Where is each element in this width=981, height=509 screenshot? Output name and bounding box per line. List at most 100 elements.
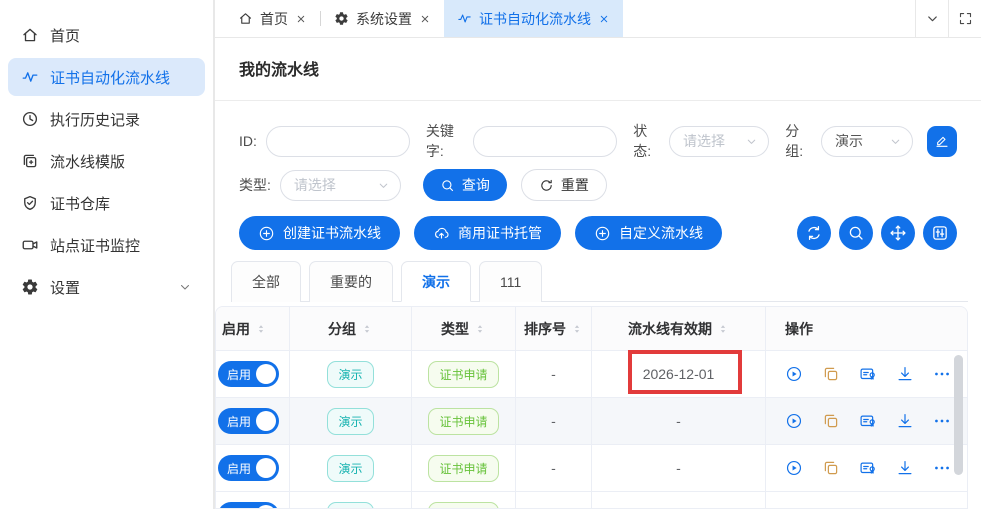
- sidebar-item-history[interactable]: 执行历史记录: [8, 100, 205, 138]
- chevron-down-icon: [377, 179, 390, 192]
- certificate-icon[interactable]: [859, 459, 877, 477]
- reset-button[interactable]: 重置: [521, 169, 607, 201]
- home-icon: [21, 26, 39, 44]
- sidebar-item-home[interactable]: 首页: [8, 16, 205, 54]
- page-title: 我的流水线: [215, 38, 981, 101]
- keyword-input[interactable]: [473, 126, 617, 157]
- close-icon[interactable]: [419, 13, 431, 25]
- more-actions-icon[interactable]: [933, 412, 951, 430]
- fullscreen-icon: [958, 11, 973, 26]
- enable-toggle-label: 启用: [227, 366, 251, 383]
- id-input[interactable]: [266, 126, 410, 157]
- actions-cell: [766, 398, 967, 445]
- window-tab-label: 首页: [260, 9, 288, 29]
- edit-groups-button[interactable]: [927, 126, 957, 157]
- refresh-icon: [805, 224, 823, 242]
- sidebar-item-pipelines[interactable]: 证书自动化流水线: [8, 58, 205, 96]
- status-select[interactable]: 请选择: [669, 126, 769, 157]
- refresh-table-button[interactable]: [797, 216, 831, 250]
- column-header-sort-no[interactable]: 排序号: [516, 307, 592, 351]
- sidebar-item-settings[interactable]: 设置: [8, 268, 205, 306]
- search-button[interactable]: 查询: [423, 169, 507, 201]
- group-select-value: 演示: [835, 131, 863, 151]
- type-select[interactable]: 请选择: [280, 170, 401, 201]
- commercial-cert-hosting-button[interactable]: 商用证书托管: [414, 216, 561, 250]
- group-tag: 演示: [327, 408, 373, 435]
- fullscreen-button[interactable]: [948, 0, 981, 37]
- group-tab-important[interactable]: 重要的: [309, 261, 393, 302]
- type-tag: 证书申请: [428, 502, 498, 509]
- run-pipeline-icon[interactable]: [785, 365, 803, 383]
- enable-toggle[interactable]: 启用: [218, 408, 279, 434]
- sidebar-item-cert-warehouse[interactable]: 证书仓库: [8, 184, 205, 222]
- tab-list-dropdown-button[interactable]: [915, 0, 948, 37]
- toggle-knob: [256, 411, 276, 431]
- column-header-enabled[interactable]: 启用: [216, 307, 290, 351]
- chevron-down-icon: [178, 280, 192, 294]
- run-pipeline-icon[interactable]: [785, 412, 803, 430]
- sort-caret-icon[interactable]: [361, 321, 373, 337]
- enable-toggle[interactable]: 启用: [218, 455, 279, 481]
- sort-caret-icon[interactable]: [571, 321, 583, 337]
- sidebar-item-site-monitor[interactable]: 站点证书监控: [8, 226, 205, 264]
- expiry-cell: -: [592, 445, 766, 492]
- certificate-icon[interactable]: [859, 365, 877, 383]
- group-tab-all[interactable]: 全部: [231, 261, 301, 302]
- download-icon[interactable]: [896, 412, 914, 430]
- sort-caret-icon[interactable]: [474, 321, 486, 337]
- copy-icon[interactable]: [822, 459, 840, 477]
- custom-pipeline-label: 自定义流水线: [619, 223, 703, 243]
- sidebar-item-label: 证书仓库: [50, 193, 110, 214]
- window-tab-pipelines[interactable]: 证书自动化流水线: [444, 0, 623, 37]
- custom-pipeline-button[interactable]: 自定义流水线: [575, 216, 722, 250]
- plus-circle-icon: [258, 225, 275, 242]
- sort-caret-icon[interactable]: [255, 321, 267, 337]
- copy-icon[interactable]: [822, 365, 840, 383]
- column-header-type[interactable]: 类型: [412, 307, 516, 351]
- search-tool-button[interactable]: [839, 216, 873, 250]
- pipeline-icon: [457, 11, 472, 26]
- group-tab-demo[interactable]: 演示: [401, 261, 471, 302]
- camera-icon: [21, 236, 39, 254]
- table-row: 启用 演示 证书申请 - 2026-12-01: [216, 351, 967, 398]
- sliders-icon: [931, 224, 949, 242]
- group-select[interactable]: 演示: [821, 126, 913, 157]
- group-cell: 演示: [290, 445, 412, 492]
- chevron-down-icon: [889, 135, 902, 148]
- column-header-expiry[interactable]: 流水线有效期: [592, 307, 766, 351]
- sidebar-item-templates[interactable]: 流水线模版: [8, 142, 205, 180]
- table-vertical-scrollbar[interactable]: [954, 355, 963, 475]
- group-tab-label: 演示: [422, 272, 450, 292]
- download-icon[interactable]: [896, 365, 914, 383]
- template-icon: [21, 152, 39, 170]
- download-icon[interactable]: [896, 459, 914, 477]
- sort-no-cell: -: [516, 398, 592, 445]
- shield-check-icon: [21, 194, 39, 212]
- create-pipeline-button[interactable]: 创建证书流水线: [239, 216, 400, 250]
- window-tab-system-settings[interactable]: 系统设置: [321, 0, 444, 37]
- copy-icon[interactable]: [822, 412, 840, 430]
- actions-cell: [766, 445, 967, 492]
- column-settings-button[interactable]: [923, 216, 957, 250]
- column-header-group[interactable]: 分组: [290, 307, 412, 351]
- type-cell: 证书申请: [412, 445, 516, 492]
- close-icon[interactable]: [598, 13, 610, 25]
- more-actions-icon[interactable]: [933, 365, 951, 383]
- resize-tool-button[interactable]: [881, 216, 915, 250]
- window-tab-label: 系统设置: [356, 9, 412, 29]
- more-actions-icon[interactable]: [933, 459, 951, 477]
- group-cell: 演示: [290, 398, 412, 445]
- pipelines-table: 启用 分组 类型 排序号 流水线有效期: [215, 306, 968, 509]
- group-tab-111[interactable]: 111: [479, 261, 542, 302]
- toggle-knob: [256, 364, 276, 384]
- edit-pencil-icon: [934, 133, 950, 149]
- certificate-icon[interactable]: [859, 412, 877, 430]
- enable-toggle[interactable]: 启用: [218, 361, 279, 387]
- sidebar-item-label: 流水线模版: [50, 151, 125, 172]
- run-pipeline-icon[interactable]: [785, 459, 803, 477]
- close-icon[interactable]: [295, 13, 307, 25]
- enabled-cell: 启用: [216, 398, 290, 445]
- enable-toggle[interactable]: 启用: [218, 502, 279, 509]
- sort-caret-icon[interactable]: [717, 321, 729, 337]
- window-tab-home[interactable]: 首页: [225, 0, 320, 37]
